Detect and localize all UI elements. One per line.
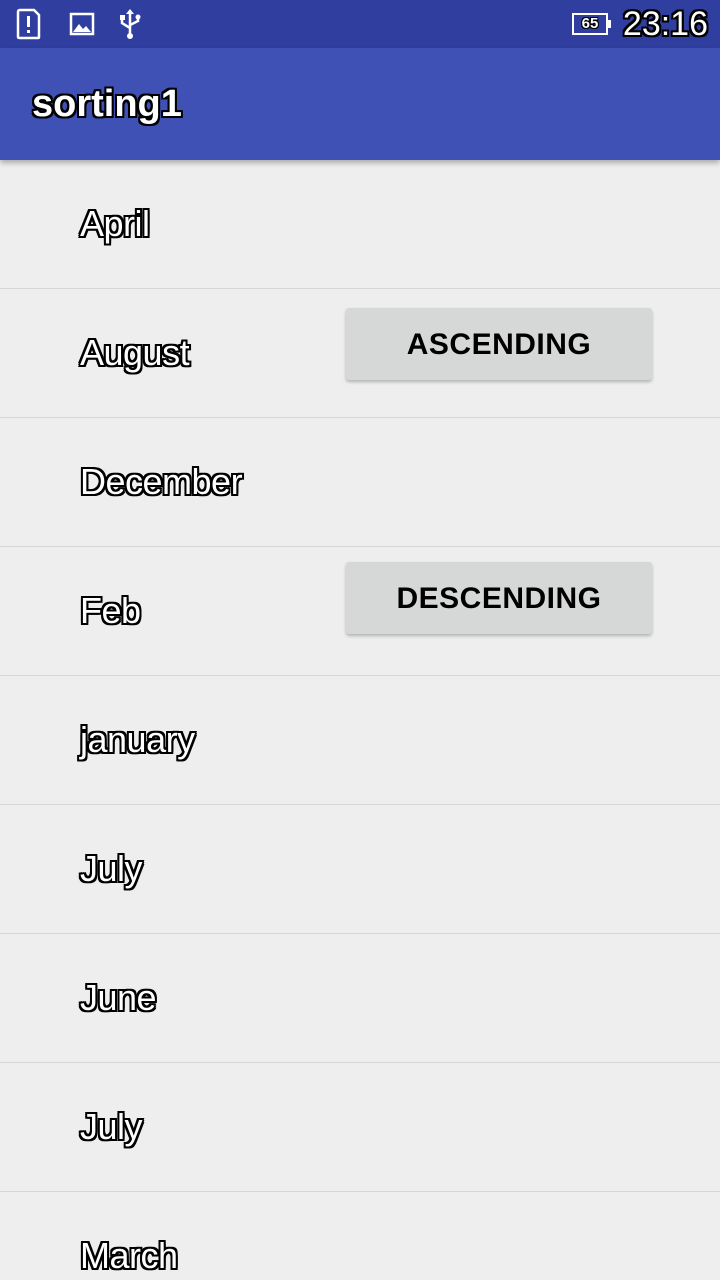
list-item-label: July xyxy=(80,848,143,889)
list-item[interactable]: April xyxy=(0,160,720,289)
list-item[interactable]: December xyxy=(0,418,720,547)
list-item-label: June xyxy=(80,977,157,1018)
list-item-label: Feb xyxy=(80,590,141,631)
image-icon xyxy=(66,8,98,40)
app-title: sorting1 xyxy=(32,83,182,125)
list-item[interactable]: March xyxy=(0,1192,720,1280)
list-item-label: December xyxy=(80,461,243,502)
status-bar: 65 23:16 xyxy=(0,0,720,48)
list-item-label: July xyxy=(80,1106,143,1147)
list-item-label: january xyxy=(80,719,195,760)
list-item-label: March xyxy=(80,1235,178,1276)
ascending-button[interactable]: ASCENDING xyxy=(346,308,652,380)
list-item[interactable]: June xyxy=(0,934,720,1063)
battery-icon: 65 xyxy=(572,13,612,35)
list-item[interactable]: january xyxy=(0,676,720,805)
list-item-label: April xyxy=(80,203,150,244)
list-item-label: August xyxy=(80,332,190,373)
descending-button[interactable]: DESCENDING xyxy=(346,562,652,634)
battery-level: 65 xyxy=(581,15,599,32)
sim-alert-icon xyxy=(12,8,44,40)
usb-icon xyxy=(114,8,146,40)
app-bar: sorting1 xyxy=(0,48,720,160)
list-item[interactable]: July xyxy=(0,805,720,934)
status-time: 23:16 xyxy=(622,5,708,43)
list-item[interactable]: July xyxy=(0,1063,720,1192)
